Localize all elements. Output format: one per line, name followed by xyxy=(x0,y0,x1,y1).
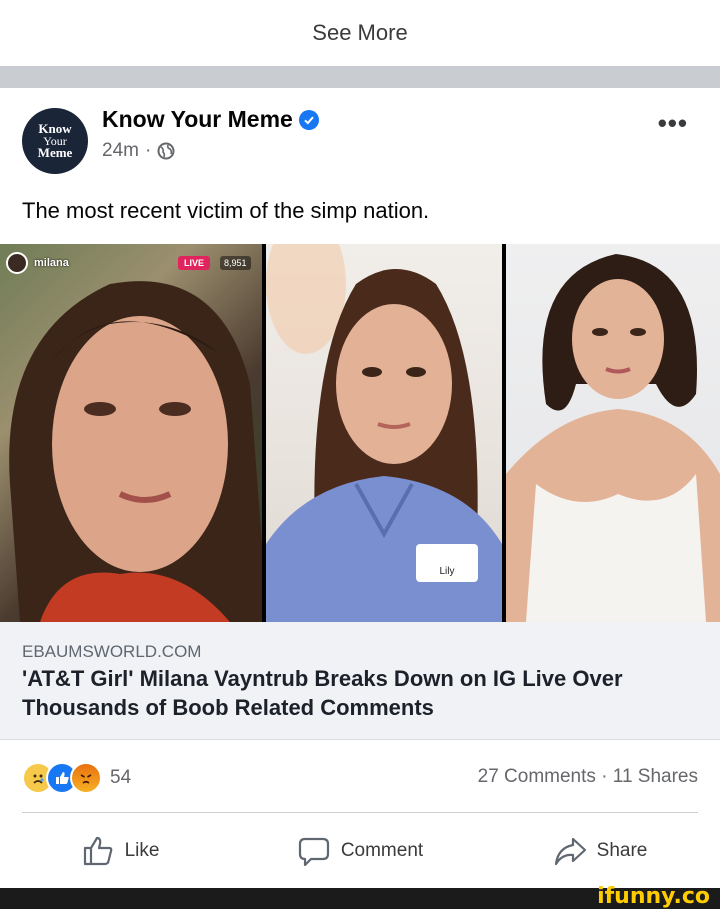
globe-icon xyxy=(157,142,175,160)
ifunny-watermark: ifunny.co xyxy=(597,884,710,909)
actions-divider xyxy=(22,812,698,813)
reaction-count: 54 xyxy=(110,767,132,788)
page-avatar[interactable]: Know Your Meme xyxy=(22,108,88,174)
post-meta: 24m · xyxy=(102,140,175,162)
post-stats: 54 27 Comments · 11 Shares xyxy=(0,740,720,814)
meta-separator: · xyxy=(144,140,152,161)
image-panel-redcarpet xyxy=(506,244,720,622)
share-label: Share xyxy=(596,840,648,861)
see-more-link[interactable]: See More xyxy=(0,0,720,66)
post-image[interactable]: milana LIVE 8,951 Lily xyxy=(0,244,720,622)
verified-icon xyxy=(298,109,319,130)
avatar-text-3: Meme xyxy=(37,145,73,160)
thumbs-up-icon xyxy=(83,836,112,866)
engagement-counts: 27 Comments · 11 Shares xyxy=(478,766,698,788)
feed-separator xyxy=(0,66,720,88)
page-name-text[interactable]: Know Your Meme xyxy=(102,106,293,133)
watermark-bar: ifunny.co xyxy=(0,884,720,909)
comment-button[interactable]: Comment xyxy=(240,814,480,888)
woman-portrait-3 xyxy=(506,254,720,622)
woman-portrait-2: Lily xyxy=(266,244,502,622)
more-options-icon[interactable]: ••• xyxy=(658,108,688,139)
post-caption: The most recent victim of the simp natio… xyxy=(22,198,430,223)
shares-count[interactable]: 11 Shares xyxy=(613,766,698,787)
comment-label: Comment xyxy=(340,840,424,861)
link-title[interactable]: 'AT&T Girl' Milana Vayntrub Breaks Down … xyxy=(22,664,682,722)
like-button[interactable]: Like xyxy=(0,814,240,888)
comments-count[interactable]: 27 Comments xyxy=(478,766,596,787)
link-preview[interactable]: EBAUMSWORLD.COM 'AT&T Girl' Milana Vaynt… xyxy=(0,622,720,740)
action-bar: Like Comment Share xyxy=(0,814,720,888)
like-label: Like xyxy=(124,840,160,861)
stats-separator: · xyxy=(601,766,608,787)
image-panel-live: milana LIVE 8,951 xyxy=(0,244,262,622)
comment-icon xyxy=(298,837,329,867)
name-tag-text: Lily xyxy=(439,566,454,577)
angry-reaction-icon xyxy=(70,762,102,794)
reactions-summary[interactable]: 54 xyxy=(22,762,131,794)
image-panel-store: Lily xyxy=(266,244,502,622)
page-name[interactable]: Know Your Meme xyxy=(102,106,319,133)
post-time[interactable]: 24m xyxy=(102,140,139,162)
woman-portrait-1 xyxy=(9,281,262,622)
share-icon xyxy=(554,837,586,866)
post-header: Know Your Meme Know Your Meme 24m · ••• xyxy=(0,88,720,188)
link-domain: EBAUMSWORLD.COM xyxy=(22,642,202,661)
share-button[interactable]: Share xyxy=(480,814,720,888)
